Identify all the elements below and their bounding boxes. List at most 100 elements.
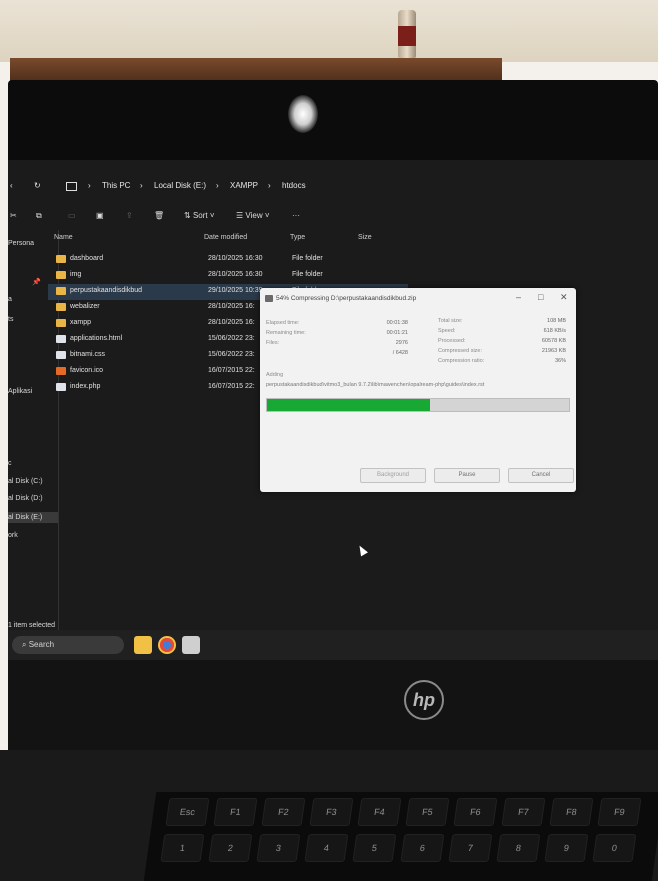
file-date: 28/10/2025 16:30 bbox=[208, 255, 263, 262]
paste-icon[interactable]: ▭ bbox=[68, 211, 76, 220]
sidebar-item-drive-c[interactable]: al Disk (C:) bbox=[8, 478, 43, 485]
file-date: 28/10/2025 16:30 bbox=[208, 271, 263, 278]
remaining-time-label: Remaining time: bbox=[266, 330, 306, 336]
breadcrumb-xampp[interactable]: XAMPP bbox=[230, 181, 258, 190]
file-list-header: Name Date modified Type Size bbox=[48, 230, 448, 246]
share-icon[interactable]: ⇪ bbox=[126, 211, 133, 220]
dialog-title: 54% Compressing D:\perpustakaandisdikbud… bbox=[276, 295, 417, 302]
breadcrumb-this-pc[interactable]: This PC bbox=[102, 181, 130, 190]
monitor-chin bbox=[8, 660, 658, 750]
maximize-icon[interactable]: □ bbox=[538, 292, 543, 302]
file-name: dashboard bbox=[70, 255, 104, 262]
keyboard-key: 2 bbox=[208, 834, 253, 862]
sidebar-item-partial[interactable]: ts bbox=[8, 316, 13, 323]
keyboard-key: F1 bbox=[213, 798, 258, 826]
folder-icon bbox=[56, 319, 66, 327]
minimize-icon[interactable]: – bbox=[516, 292, 521, 302]
selection-count: 1 item selected bbox=[8, 622, 56, 629]
keyboard-key: 8 bbox=[496, 834, 541, 862]
keyboard-key: 9 bbox=[544, 834, 589, 862]
close-icon[interactable]: ✕ bbox=[560, 292, 568, 303]
breadcrumb-separator-icon: › bbox=[88, 181, 91, 190]
search-label: Search bbox=[28, 640, 55, 649]
file-date: 29/10/2025 10:39 bbox=[208, 287, 263, 294]
screen: ‹ ↻ › This PC › Local Disk (E:) › XAMPP … bbox=[8, 160, 658, 660]
file-explorer-taskbar-icon[interactable] bbox=[134, 636, 152, 654]
cancel-button[interactable]: Cancel bbox=[508, 468, 574, 483]
taskbar-search[interactable]: ⌕ Search bbox=[12, 636, 124, 654]
keyboard-key: F9 bbox=[597, 798, 642, 826]
keyboard-key: 4 bbox=[304, 834, 349, 862]
sidebar-item-personal[interactable]: Persona bbox=[8, 240, 34, 247]
winrar-taskbar-icon[interactable] bbox=[182, 636, 200, 654]
folder-icon bbox=[56, 255, 66, 263]
keyboard-key: 5 bbox=[352, 834, 397, 862]
keyboard-key: F3 bbox=[309, 798, 354, 826]
html-file-icon bbox=[56, 335, 66, 343]
keyboard-key: F8 bbox=[549, 798, 594, 826]
elapsed-time-value: 00:01:38 bbox=[386, 320, 408, 326]
files-processed-value: 2976 bbox=[395, 340, 408, 346]
chrome-taskbar-icon[interactable] bbox=[158, 636, 176, 654]
file-name: bitnami.css bbox=[70, 351, 106, 358]
pause-button[interactable]: Pause bbox=[434, 468, 500, 483]
back-arrow-icon[interactable]: ‹ bbox=[10, 181, 13, 190]
keyboard-key: F6 bbox=[453, 798, 498, 826]
sidebar-item-this-pc[interactable]: c bbox=[8, 460, 12, 467]
folder-icon bbox=[56, 271, 66, 279]
folder-icon bbox=[56, 287, 66, 295]
php-file-icon bbox=[56, 383, 66, 391]
files-label: Files: bbox=[266, 340, 280, 346]
sidebar-item-network[interactable]: ork bbox=[8, 532, 18, 539]
processed-label: Processed: bbox=[438, 338, 466, 344]
file-name: index.php bbox=[70, 383, 101, 390]
breadcrumb-htdocs[interactable]: htdocs bbox=[282, 181, 306, 190]
keyboard-key: 6 bbox=[400, 834, 445, 862]
file-row[interactable]: img 28/10/2025 16:30 File folder bbox=[48, 268, 408, 284]
file-date: 28/10/2025 16: bbox=[208, 319, 255, 326]
sidebar-item-aplikasi[interactable]: Aplikasi bbox=[8, 388, 32, 395]
compression-dialog: 54% Compressing D:\perpustakaandisdikbud… bbox=[260, 288, 576, 492]
keyboard-key: F2 bbox=[261, 798, 306, 826]
pin-icon: 📌 bbox=[32, 279, 41, 286]
processed-value: 60578 KB bbox=[541, 338, 566, 344]
file-date: 16/07/2015 22: bbox=[208, 367, 255, 374]
rename-icon[interactable]: ▣ bbox=[96, 211, 104, 220]
view-label: View bbox=[245, 211, 263, 220]
column-type[interactable]: Type bbox=[290, 234, 305, 241]
ico-file-icon bbox=[56, 367, 66, 375]
breadcrumb-local-disk-e[interactable]: Local Disk (E:) bbox=[154, 181, 206, 190]
column-name[interactable]: Name bbox=[54, 234, 73, 241]
sidebar-item-partial[interactable]: a bbox=[8, 296, 12, 303]
more-options-button[interactable]: ··· bbox=[292, 211, 300, 220]
column-size[interactable]: Size bbox=[358, 234, 372, 241]
view-button[interactable]: ☰ View ˅ bbox=[236, 211, 270, 220]
sidebar-item-drive-d[interactable]: al Disk (D:) bbox=[8, 495, 43, 502]
cut-icon[interactable]: ✂ bbox=[10, 211, 17, 220]
compression-ratio-label: Compression ratio: bbox=[438, 358, 485, 364]
folder-icon bbox=[56, 303, 66, 311]
column-date-modified[interactable]: Date modified bbox=[204, 234, 247, 241]
keyboard: Esc F1 F2 F3 F4 F5 F6 F7 F8 F9 1 2 3 4 5 6 7 8 9 0 bbox=[143, 792, 658, 881]
keyboard-key: 1 bbox=[160, 834, 205, 862]
refresh-icon[interactable]: ↻ bbox=[34, 181, 41, 190]
file-row[interactable]: dashboard 28/10/2025 16:30 File folder bbox=[48, 252, 408, 268]
total-size-label: Total size: bbox=[438, 318, 463, 324]
background-button[interactable]: Background bbox=[360, 468, 426, 483]
hp-logo: hp bbox=[404, 680, 444, 720]
file-name: favicon.ico bbox=[70, 367, 104, 374]
sidebar-item-drive-e[interactable]: al Disk (E:) bbox=[8, 512, 58, 523]
speed-label: Speed: bbox=[438, 328, 456, 334]
taskbar: ⌕ Search bbox=[8, 630, 658, 660]
file-date: 15/06/2022 23: bbox=[208, 335, 255, 342]
keyboard-key: F5 bbox=[405, 798, 450, 826]
monitor-icon bbox=[66, 182, 77, 191]
speed-value: 618 KB/s bbox=[543, 328, 566, 334]
css-file-icon bbox=[56, 351, 66, 359]
breadcrumb-separator-icon: › bbox=[140, 181, 143, 190]
sort-button[interactable]: ⇅ Sort ˅ bbox=[184, 211, 215, 220]
command-bar: ✂ ⧉ ▭ ▣ ⇪ 🗑 ⇅ Sort ˅ ☰ View ˅ ··· bbox=[8, 206, 658, 230]
copy-icon[interactable]: ⧉ bbox=[36, 211, 42, 221]
file-type: File folder bbox=[292, 271, 323, 278]
delete-icon[interactable]: 🗑 bbox=[154, 211, 164, 220]
